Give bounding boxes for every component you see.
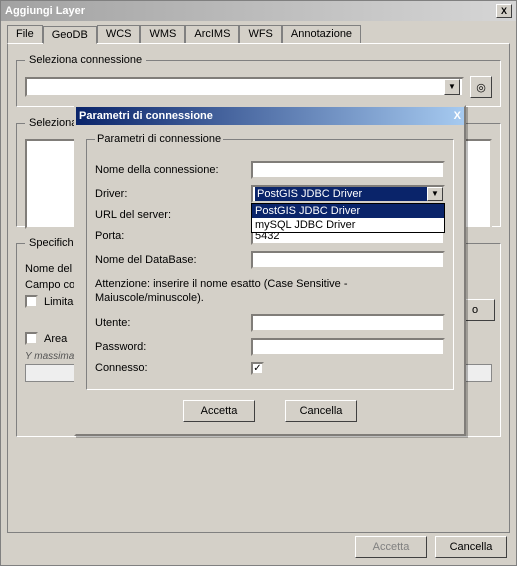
accept-button[interactable]: Accetta	[355, 536, 427, 558]
dbname-label: Nome del DataBase:	[95, 254, 245, 266]
bottom-button-bar: Accetta Cancella	[355, 536, 507, 558]
connected-label: Connesso:	[95, 362, 245, 374]
driver-label: Driver:	[95, 188, 245, 200]
dialog-titlebar: Parametri di connessione X	[76, 107, 464, 125]
tab-annotazione[interactable]: Annotazione	[282, 25, 361, 43]
tab-bar: File GeoDB WCS WMS ArcIMS WFS Annotazion…	[7, 25, 510, 43]
area-checkbox[interactable]	[25, 332, 38, 345]
password-label: Password:	[95, 341, 245, 353]
driver-option-mysql[interactable]: mySQL JDBC Driver	[252, 218, 444, 232]
chevron-down-icon[interactable]: ▼	[427, 187, 443, 201]
connection-settings-button[interactable]: ◎	[470, 76, 492, 98]
dialog-group-label: Parametri di connessione	[95, 133, 223, 145]
group-select-connection-label: Seleziona connessione	[25, 54, 146, 66]
case-sensitive-note: Attenzione: inserire il nome esatto (Cas…	[95, 277, 445, 306]
user-label: Utente:	[95, 317, 245, 329]
url-label: URL del server:	[95, 209, 245, 221]
connection-combo[interactable]: ▼	[25, 77, 464, 97]
conn-name-input[interactable]	[251, 161, 445, 179]
dialog-button-bar: Accetta Cancella	[84, 400, 456, 422]
dialog-group: Parametri di connessione Nome della conn…	[86, 133, 454, 390]
driver-dropdown: PostGIS JDBC Driver mySQL JDBC Driver	[251, 203, 445, 233]
dialog-cancel-button[interactable]: Cancella	[285, 400, 357, 422]
password-input[interactable]	[251, 338, 445, 356]
window-title: Aggiungi Layer	[5, 5, 85, 17]
tab-wcs[interactable]: WCS	[97, 25, 141, 43]
driver-selected: PostGIS JDBC Driver	[255, 187, 427, 201]
tab-file[interactable]: File	[7, 25, 43, 43]
tab-wfs[interactable]: WFS	[239, 25, 281, 43]
limit-checkbox[interactable]	[25, 295, 38, 308]
connected-checkbox[interactable]: ✓	[251, 362, 264, 375]
dialog-accept-button[interactable]: Accetta	[183, 400, 255, 422]
port-label: Porta:	[95, 230, 245, 242]
cancel-button[interactable]: Cancella	[435, 536, 507, 558]
db-icon: ◎	[476, 81, 486, 94]
tab-geodb[interactable]: GeoDB	[43, 26, 97, 44]
main-window: Aggiungi Layer X File GeoDB WCS WMS ArcI…	[0, 0, 517, 566]
tab-arcims[interactable]: ArcIMS	[185, 25, 239, 43]
close-icon[interactable]: X	[496, 4, 512, 18]
tab-wms[interactable]: WMS	[140, 25, 185, 43]
main-titlebar: Aggiungi Layer X	[1, 1, 516, 21]
group-select-connection: Seleziona connessione ▼ ◎	[16, 54, 501, 107]
driver-combo[interactable]: PostGIS JDBC Driver ▼ PostGIS JDBC Drive…	[251, 185, 445, 203]
conn-name-label: Nome della connessione:	[95, 164, 245, 176]
dialog-close-icon[interactable]: X	[454, 110, 461, 122]
connection-params-dialog: Parametri di connessione X Parametri di …	[74, 105, 466, 436]
dbname-input[interactable]	[251, 251, 445, 269]
driver-option-postgis[interactable]: PostGIS JDBC Driver	[252, 204, 444, 218]
chevron-down-icon[interactable]: ▼	[444, 79, 460, 95]
user-input[interactable]	[251, 314, 445, 332]
dialog-title: Parametri di connessione	[79, 110, 213, 122]
